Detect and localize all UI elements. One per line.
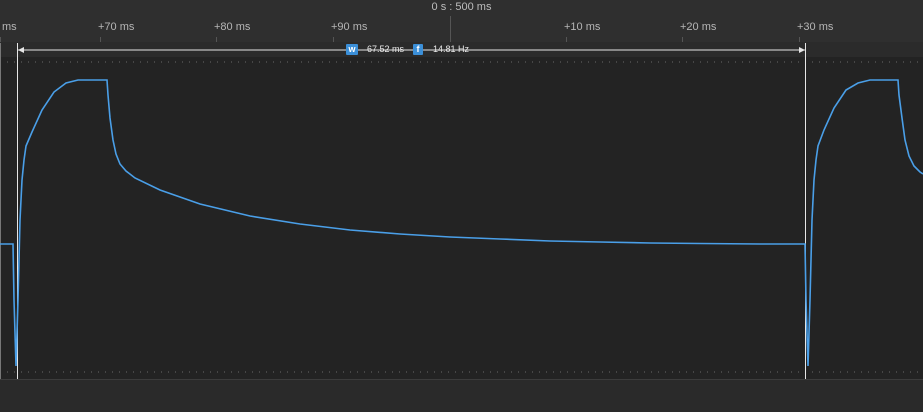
signal-trace: [0, 79, 923, 367]
width-icon: w: [346, 44, 358, 55]
frequency-icon: f: [413, 44, 423, 55]
frequency-value: 14.81 Hz: [433, 44, 470, 54]
width-value: 67.52 ms: [367, 44, 405, 54]
waveform-overlay: [0, 43, 923, 379]
span-left-arrow: [18, 47, 24, 53]
span-right-arrow: [799, 47, 805, 53]
waveform-viewer: 0 s : 500 ms ms +70 ms +80 ms +90 ms +10…: [0, 0, 923, 412]
